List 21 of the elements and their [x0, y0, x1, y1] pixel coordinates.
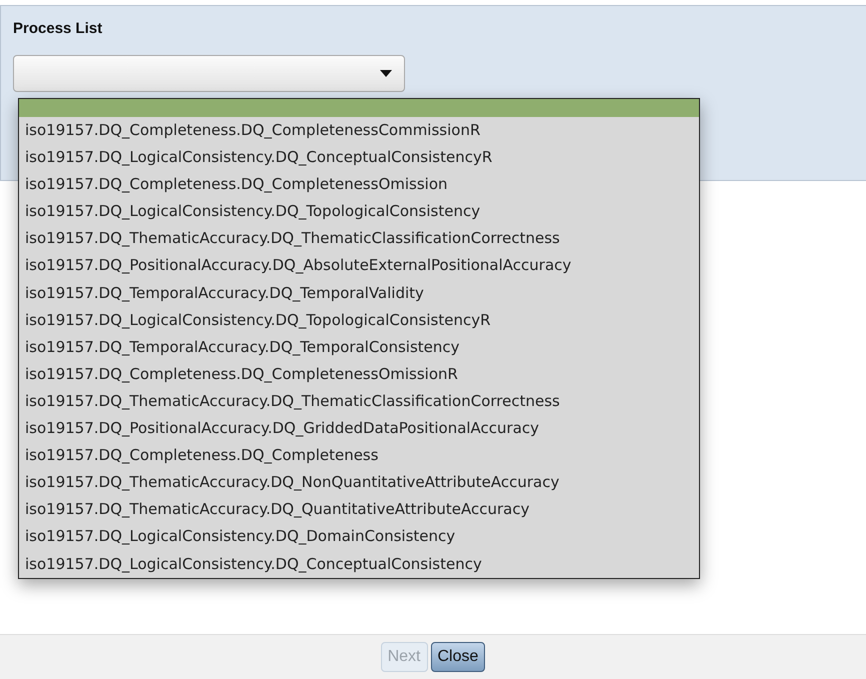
dropdown-option[interactable]: iso19157.DQ_Completeness.DQ_CompletenessOmissionR: [19, 360, 699, 388]
dropdown-option[interactable]: iso19157.DQ_LogicalConsistency.DQ_ConceptualConsistencyR: [19, 144, 699, 172]
dropdown-option[interactable]: iso19157.DQ_Completeness.DQ_CompletenessOmission: [19, 171, 699, 198]
dropdown-option[interactable]: iso19157.DQ_PositionalAccuracy.DQ_AbsoluteExternalPositionalAccuracy: [19, 252, 699, 280]
dropdown-option[interactable]: iso19157.DQ_LogicalConsistency.DQ_TopologicalConsistencyR: [19, 306, 699, 334]
dropdown-option[interactable]: iso19157.DQ_TemporalAccuracy.DQ_TemporalValidity: [19, 280, 699, 307]
dropdown-option[interactable]: iso19157.DQ_LogicalConsistency.DQ_ConceptualConsistency: [19, 550, 699, 578]
dropdown-option[interactable]: iso19157.DQ_Completeness.DQ_CompletenessCommissionR: [19, 117, 699, 144]
process-select[interactable]: [13, 54, 405, 92]
dropdown-option[interactable]: iso19157.DQ_TemporalAccuracy.DQ_TemporalConsistency: [19, 334, 699, 361]
dropdown-option[interactable]: iso19157.DQ_ThematicAccuracy.DQ_ThematicClassificationCorrectness: [19, 388, 699, 416]
dropdown-option[interactable]: iso19157.DQ_ThematicAccuracy.DQ_NonQuantitativeAttributeAccuracy: [19, 469, 699, 496]
panel-title: Process List: [13, 19, 104, 39]
dropdown-option[interactable]: iso19157.DQ_PositionalAccuracy.DQ_GriddedDataPositionalAccuracy: [19, 415, 699, 442]
dropdown-option[interactable]: iso19157.DQ_Completeness.DQ_Completeness: [19, 442, 699, 470]
dialog-button[interactable]: Close: [430, 642, 486, 672]
dropdown-option[interactable]: iso19157.DQ_ThematicAccuracy.DQ_ThematicClassificationCorrectness: [19, 225, 699, 252]
dropdown-option[interactable]: iso19157.DQ_ThematicAccuracy.DQ_QuantitativeAttributeAccuracy: [19, 496, 699, 524]
dropdown-option[interactable]: iso19157.DQ_LogicalConsistency.DQ_DomainConsistency: [19, 523, 699, 550]
caret-icon: [380, 70, 392, 76]
dropdown-option[interactable]: iso19157.DQ_LogicalConsistency.DQ_TopologicalConsistency: [19, 198, 699, 226]
